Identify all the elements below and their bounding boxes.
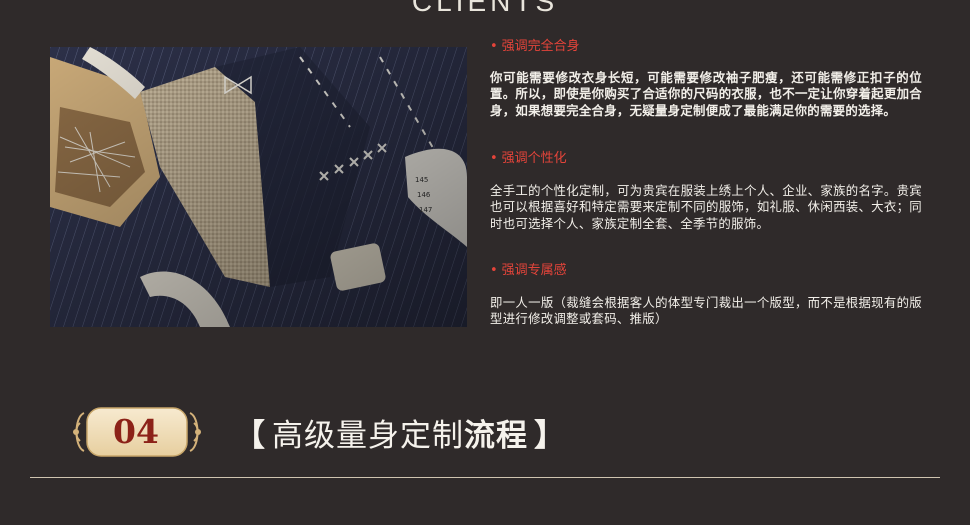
suit-photo: 145146147 [50,47,467,327]
process-section-title: 【 高级量身定制 流程 】 [228,410,572,454]
feature-heading-exclusive: • 强调专属感 [490,263,567,278]
feature-heading-fit: • 强调完全合身 [490,39,580,54]
title-bold: 流程 [464,417,528,454]
bracket-close: 】 [534,417,566,454]
section-divider [30,477,940,478]
feature-text-exclusive: 即一人一版（裁缝会根据客人的体型专门裁出一个版型，而不是根据现有的版型进行修改调… [490,295,922,327]
step-number: 04 [113,411,159,451]
feature-heading-personalization: • 强调个性化 [490,151,567,166]
title-light: 高级量身定制 [272,417,464,454]
feature-text-personalization: 全手工的个性化定制，可为贵宾在服装上绣上个人、企业、家族的名字。贵宾也可以根据喜… [490,183,922,231]
clients-title: CLIENTS [411,0,559,17]
feature-text-fit: 你可能需要修改衣身长短，可能需要修改袖子肥瘦，还可能需修正扣子的位置。所以，即使… [490,70,922,118]
bracket-open: 【 [234,417,266,454]
